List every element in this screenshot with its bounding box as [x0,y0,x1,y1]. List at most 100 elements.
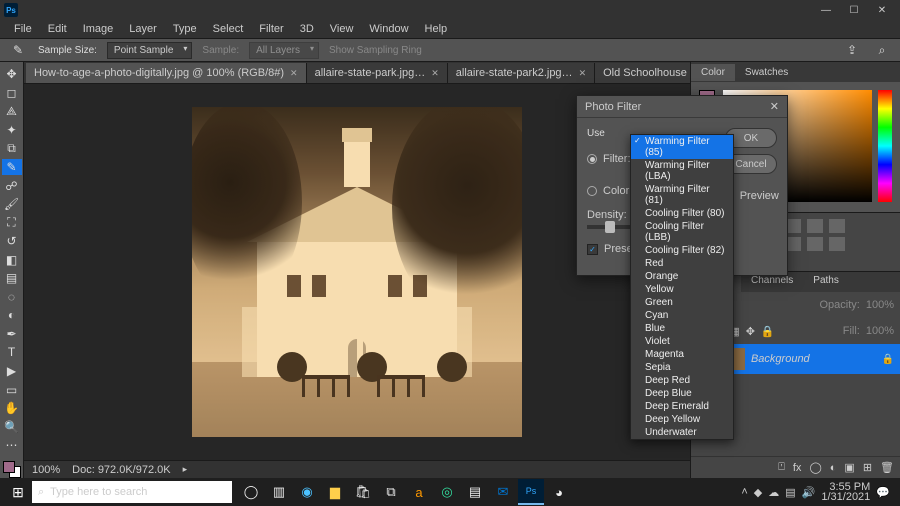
filter-radio[interactable] [587,154,597,164]
healing-tool-icon[interactable]: ☍ [2,177,22,194]
shape-tool-icon[interactable]: ▭ [2,381,22,398]
delete-layer-icon[interactable]: 🗑 [880,461,894,474]
menu-layer[interactable]: Layer [121,21,165,37]
menu-3d[interactable]: 3D [292,21,322,37]
dropbox-icon[interactable]: ⧉ [378,479,404,505]
menu-window[interactable]: Window [361,21,416,37]
link-layers-icon[interactable]: ⍞ [778,461,785,474]
dialog-close-icon[interactable]: ✕ [770,100,779,113]
maximize-button[interactable]: ☐ [840,1,868,19]
tab-paths[interactable]: Paths [803,272,849,292]
menu-file[interactable]: File [6,21,40,37]
sample-size-dropdown[interactable]: Point Sample [107,42,192,59]
cortana-icon[interactable]: ◯ [238,479,264,505]
bw-icon[interactable] [829,219,845,233]
move-tool-icon[interactable]: ✥ [2,66,22,83]
share-icon[interactable]: ⇪ [842,41,862,59]
path-select-tool-icon[interactable]: ▶ [2,363,22,380]
task-view-icon[interactable]: ▥ [266,479,292,505]
filter-option[interactable]: Warming Filter (LBA) [631,159,733,183]
tray-app-icon[interactable]: ◆ [754,486,762,499]
document-tab[interactable]: allaire-state-park.jpg…✕ [307,63,448,83]
filter-option[interactable]: Warming Filter (85) [631,135,733,159]
blur-tool-icon[interactable]: ◌ [2,289,22,306]
close-button[interactable]: ✕ [868,1,896,19]
zoom-level[interactable]: 100% [32,464,60,476]
show-ring-label[interactable]: Show Sampling Ring [329,45,422,56]
slider-knob[interactable] [605,221,615,233]
volume-icon[interactable]: 🔊 [802,486,816,499]
hue-icon[interactable] [807,219,823,233]
fill-value[interactable]: 100% [866,325,894,337]
taskbar-search[interactable]: ⌕ Type here to search [32,481,232,503]
hue-slider[interactable] [878,90,892,202]
filter-option[interactable]: Magenta [631,348,733,361]
menu-view[interactable]: View [322,21,362,37]
filter-option[interactable]: Cooling Filter (82) [631,244,733,257]
filter-option[interactable]: Cooling Filter (LBB) [631,220,733,244]
filter-option[interactable]: Warming Filter (81) [631,183,733,207]
search-icon[interactable]: ⌕ [872,41,892,59]
type-tool-icon[interactable]: T [2,344,22,361]
notes-icon[interactable]: ▤ [462,479,488,505]
layer-fx-icon[interactable]: fx [793,462,802,474]
more-tools-icon[interactable]: ⋯ [2,437,22,454]
filter-option[interactable]: Deep Blue [631,387,733,400]
fg-bg-swatch[interactable] [3,461,21,478]
filter-option[interactable]: Violet [631,335,733,348]
stamp-tool-icon[interactable]: ⛶ [2,214,22,231]
pen-tool-icon[interactable]: ✒ [2,326,22,343]
filter-option[interactable]: Cyan [631,309,733,322]
start-button[interactable]: ⊞ [4,478,32,506]
photoshop-taskbar-icon[interactable]: Ps [518,479,544,505]
notifications-icon[interactable]: 💬 [876,486,890,499]
document-tab[interactable]: allaire-state-park2.jpg…✕ [448,63,595,83]
network-icon[interactable]: ▤ [785,486,795,499]
menu-help[interactable]: Help [417,21,456,37]
threshold-icon[interactable] [807,237,823,251]
close-tab-icon[interactable]: ✕ [290,68,298,79]
sample-dropdown[interactable]: All Layers [249,42,319,59]
filter-option[interactable]: Yellow [631,283,733,296]
tab-color[interactable]: Color [691,64,735,81]
menu-select[interactable]: Select [205,21,252,37]
filter-option[interactable]: Orange [631,270,733,283]
minimize-button[interactable]: — [812,1,840,19]
marquee-tool-icon[interactable]: ◻ [2,85,22,102]
eyedropper-tool-icon[interactable]: ✎ [2,159,22,176]
tab-swatches[interactable]: Swatches [735,64,798,81]
new-layer-icon[interactable]: ⊞ [863,461,872,474]
quick-select-tool-icon[interactable]: ✦ [2,122,22,139]
filter-option[interactable]: Deep Emerald [631,400,733,413]
crop-tool-icon[interactable]: ⧉ [2,140,22,157]
lock-position-icon[interactable]: ✥ [746,325,755,338]
lock-all-icon[interactable]: 🔒 [761,325,775,338]
lasso-tool-icon[interactable]: ⟁ [2,103,22,120]
tripadvisor-icon[interactable]: ◎ [434,479,460,505]
chrome-icon[interactable]: ◕ [546,479,572,505]
new-group-icon[interactable]: ▣ [844,461,854,474]
explorer-icon[interactable]: ▆ [322,479,348,505]
document-info[interactable]: Doc: 972.0K/972.0K [72,464,170,476]
hand-tool-icon[interactable]: ✋ [2,400,22,417]
menu-image[interactable]: Image [75,21,122,37]
layer-name[interactable]: Background [751,353,810,365]
filter-option[interactable]: Deep Red [631,374,733,387]
history-brush-tool-icon[interactable]: ↺ [2,233,22,250]
filter-dropdown-list[interactable]: Warming Filter (85)Warming Filter (LBA)W… [630,134,734,440]
menu-filter[interactable]: Filter [251,21,291,37]
gradient-map-icon[interactable] [829,237,845,251]
menu-edit[interactable]: Edit [40,21,75,37]
mail-icon[interactable]: ✉ [490,479,516,505]
filter-option[interactable]: Sepia [631,361,733,374]
clock[interactable]: 3:55 PM 1/31/2021 [821,482,870,502]
edge-icon[interactable]: ◉ [294,479,320,505]
dodge-tool-icon[interactable]: ◐ [2,307,22,324]
onedrive-icon[interactable]: ☁ [768,486,779,499]
gradient-tool-icon[interactable]: ▤ [2,270,22,287]
dialog-titlebar[interactable]: Photo Filter ✕ [577,96,787,118]
preserve-luminosity-checkbox[interactable]: ✓ [587,244,598,255]
brush-tool-icon[interactable]: 🖌 [2,196,22,213]
eraser-tool-icon[interactable]: ◧ [2,251,22,268]
close-tab-icon[interactable]: ✕ [431,68,439,79]
